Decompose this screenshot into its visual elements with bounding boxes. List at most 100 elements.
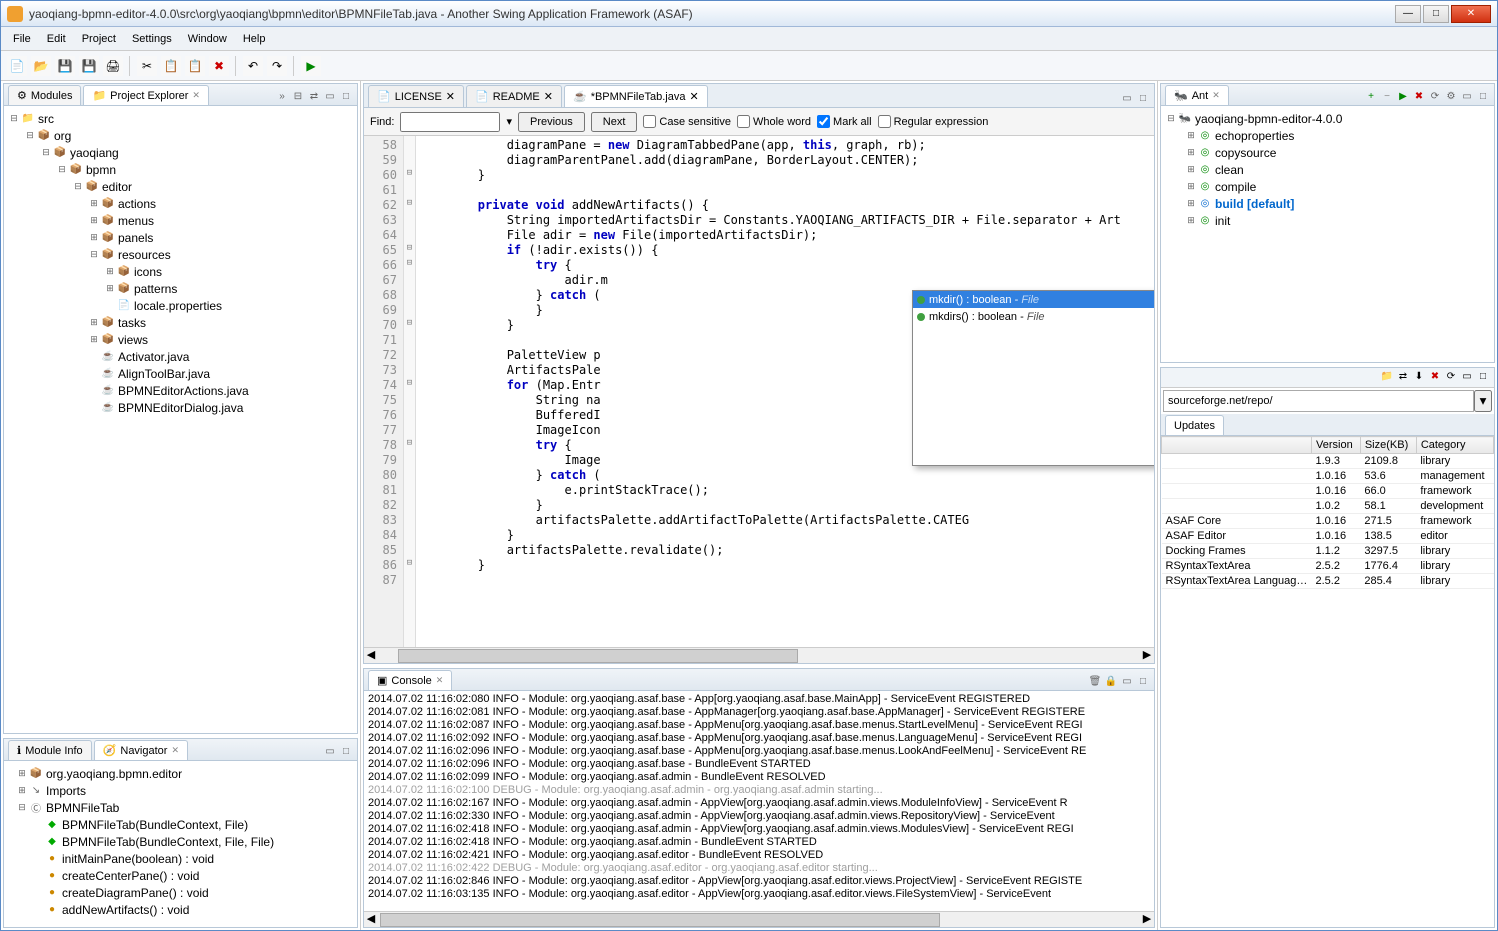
code-editor[interactable]: 5859606162636465666768697071727374757677… [364,136,1154,647]
minimize-pane-icon[interactable]: ▭ [1460,371,1474,385]
minimize-button[interactable]: — [1395,5,1421,23]
tab-module-info[interactable]: ℹModule Info [8,740,92,760]
stop-icon[interactable]: ✖ [1412,91,1426,105]
editor-tab[interactable]: ☕*BPMNFileTab.java✕ [564,85,708,107]
table-row[interactable]: Docking Frames1.1.23297.5library [1162,544,1494,559]
table-row[interactable]: 1.0.1653.6management [1162,469,1494,484]
whole-word-check[interactable]: Whole word [737,115,811,128]
close-icon[interactable]: ✕ [689,90,698,103]
code-completion-popup[interactable]: mkdir() : boolean - Filemkdirs() : boole… [912,290,1154,466]
refresh-icon[interactable]: ⟳ [1428,91,1442,105]
tab-navigator[interactable]: 🧭Navigator✕ [94,740,188,760]
tree-node[interactable]: ⊞📦panels [8,229,353,246]
link-icon[interactable]: ⇄ [307,91,321,105]
tree-node[interactable]: ⊞📦menus [8,212,353,229]
maximize-pane-icon[interactable]: □ [339,746,353,760]
add-icon[interactable]: + [1364,91,1378,105]
install-icon[interactable]: ⬇ [1412,371,1426,385]
minimize-pane-icon[interactable]: ▭ [1120,676,1134,690]
paste-icon[interactable]: 📋 [185,56,205,76]
maximize-button[interactable]: □ [1423,5,1449,23]
open-icon[interactable]: 📂 [31,56,51,76]
menu-project[interactable]: Project [74,31,124,47]
table-row[interactable]: ASAF Editor1.0.16138.5editor [1162,529,1494,544]
close-icon[interactable]: ✕ [171,745,179,756]
minimize-pane-icon[interactable]: ▭ [1460,91,1474,105]
table-row[interactable]: RSyntaxTextArea2.5.21776.4library [1162,559,1494,574]
close-icon[interactable]: ✕ [1212,90,1220,101]
tab-project-explorer[interactable]: 📁Project Explorer✕ [83,85,209,105]
tree-node[interactable]: ⊟📦org [8,127,353,144]
maximize-pane-icon[interactable]: □ [339,91,353,105]
project-tree[interactable]: ⊟📁src⊟📦org⊟📦yaoqiang⊟📦bpmn⊟📦editor⊞📦acti… [4,106,357,733]
ant-target[interactable]: ⊞◎compile [1165,178,1490,195]
tree-node[interactable]: ⊟📦bpmn [8,161,353,178]
table-row[interactable]: RSyntaxTextArea Language S...2.5.2285.4l… [1162,574,1494,589]
menu-edit[interactable]: Edit [39,31,74,47]
remove-icon[interactable]: ✖ [1428,371,1442,385]
tree-node[interactable]: ⊟📁src [8,110,353,127]
nav-node[interactable]: ⊞↘Imports [8,782,353,799]
menu-window[interactable]: Window [180,31,235,47]
tree-node[interactable]: ⊟📦yaoqiang [8,144,353,161]
tree-node[interactable]: ⊞📦icons [8,263,353,280]
tree-node[interactable]: ⊞📦views [8,331,353,348]
maximize-pane-icon[interactable]: □ [1476,371,1490,385]
close-icon[interactable]: ✕ [544,90,553,103]
close-button[interactable]: ✕ [1451,5,1491,23]
editor-scroll-h[interactable]: ◀▶ [364,647,1154,663]
tab-console[interactable]: ▣Console✕ [368,670,452,690]
redo-icon[interactable]: ↷ [267,56,287,76]
tree-node[interactable]: ⊟📦resources [8,246,353,263]
folder-icon[interactable]: 📁 [1380,371,1394,385]
menu-help[interactable]: Help [235,31,274,47]
minimize-pane-icon[interactable]: ▭ [1120,93,1134,107]
nav-node[interactable]: ⊞📦org.yaoqiang.bpmn.editor [8,765,353,782]
close-icon[interactable]: ✕ [446,90,455,103]
saveall-icon[interactable]: 💾 [79,56,99,76]
ant-target[interactable]: ⊞◎init [1165,212,1490,229]
print-icon[interactable]: 🖨 [103,56,123,76]
nav-node[interactable]: ⊟ⒸBPMNFileTab [8,799,353,816]
tree-node[interactable]: 📄locale.properties [8,297,353,314]
menu-settings[interactable]: Settings [124,31,180,47]
nav-node[interactable]: ◆BPMNFileTab(BundleContext, File, File) [8,833,353,850]
navigator-tree[interactable]: ⊞📦org.yaoqiang.bpmn.editor⊞↘Imports⊟ⒸBPM… [4,761,357,927]
tree-node[interactable]: ⊞📦tasks [8,314,353,331]
tab-updates[interactable]: Updates [1165,415,1224,435]
console-output[interactable]: 2014.07.02 11:16:02:080 INFO - Module: o… [364,691,1154,911]
tree-node[interactable]: ⊟📦editor [8,178,353,195]
cut-icon[interactable]: ✂ [137,56,157,76]
undo-icon[interactable]: ↶ [243,56,263,76]
remove-icon[interactable]: − [1380,91,1394,105]
run-target-icon[interactable]: ▶ [1396,91,1410,105]
clear-icon[interactable]: 🗑 [1088,676,1102,690]
lock-icon[interactable]: 🔒 [1104,676,1118,690]
tree-node[interactable]: ⊞📦patterns [8,280,353,297]
ant-tree[interactable]: ⊟🐜yaoqiang-bpmn-editor-4.0.0⊞◎echoproper… [1161,106,1494,362]
col-category[interactable]: Category [1416,437,1493,454]
collapse-icon[interactable]: ⊟ [291,91,305,105]
ant-root[interactable]: ⊟🐜yaoqiang-bpmn-editor-4.0.0 [1165,110,1490,127]
editor-tab[interactable]: 📄README✕ [466,85,562,107]
ant-target[interactable]: ⊞◎clean [1165,161,1490,178]
maximize-pane-icon[interactable]: □ [1136,93,1150,107]
table-row[interactable]: 1.0.1666.0framework [1162,484,1494,499]
col-version[interactable]: Version [1312,437,1361,454]
find-prev-button[interactable]: Previous [518,112,585,132]
ant-target[interactable]: ⊞◎copysource [1165,144,1490,161]
maximize-pane-icon[interactable]: □ [1476,91,1490,105]
copy-icon[interactable]: 📋 [161,56,181,76]
minimize-pane-icon[interactable]: ▭ [323,91,337,105]
new-icon[interactable]: 📄 [7,56,27,76]
tree-node[interactable]: ☕BPMNEditorActions.java [8,382,353,399]
dropdown-icon[interactable]: ▾ [506,115,512,128]
refresh-icon[interactable]: ⟳ [1444,371,1458,385]
nav-node[interactable]: ◆BPMNFileTab(BundleContext, File) [8,816,353,833]
ant-target[interactable]: ⊞◎echoproperties [1165,127,1490,144]
table-row[interactable]: 1.9.32109.8library [1162,454,1494,469]
tree-node[interactable]: ☕BPMNEditorDialog.java [8,399,353,416]
sync-icon[interactable]: ⇄ [1396,371,1410,385]
close-icon[interactable]: ✕ [192,90,200,101]
menu-file[interactable]: File [5,31,39,47]
